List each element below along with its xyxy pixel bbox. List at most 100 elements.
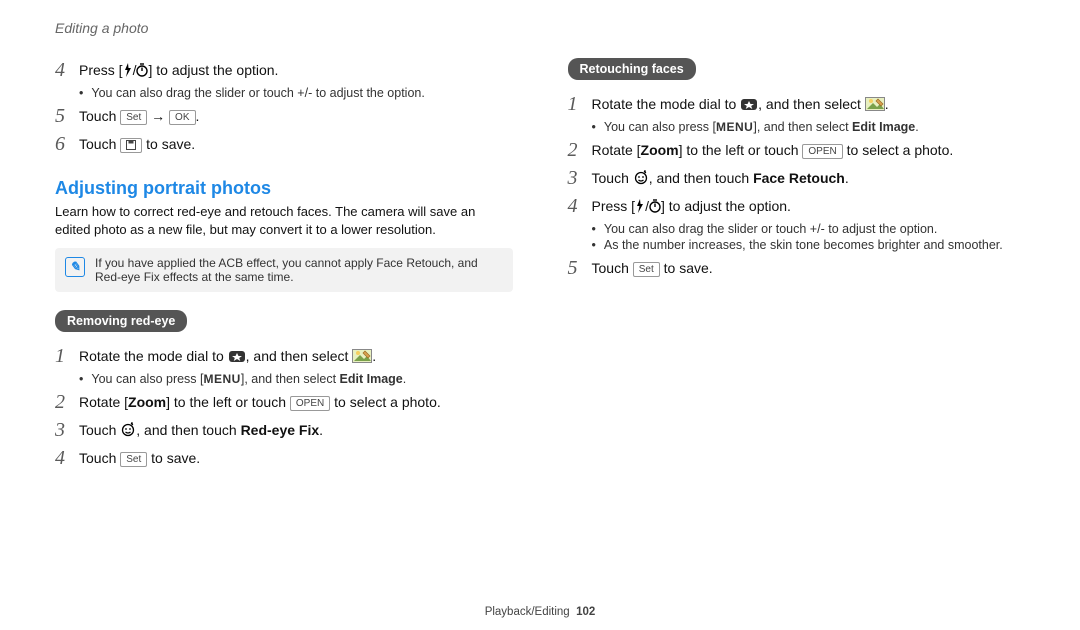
text: You can also press [MENU], and then sele…	[604, 120, 919, 134]
step-text: Rotate [Zoom] to the left or touch OPEN …	[592, 138, 954, 161]
text: Touch	[79, 450, 120, 466]
step-4b: 4 Touch Set to save.	[55, 446, 513, 470]
text: to save.	[147, 450, 200, 466]
text: .	[196, 108, 200, 124]
retouch-icon	[120, 421, 136, 437]
page-footer: Playback/Editing 102	[0, 606, 1080, 618]
t: Edit Image	[340, 372, 403, 386]
right-column: Retouching faces 1 Rotate the mode dial …	[568, 54, 1026, 474]
text: to save.	[142, 136, 195, 152]
text: Press [	[79, 62, 123, 78]
step-5: 5 Touch Set to save.	[568, 256, 1026, 280]
step-number: 6	[55, 132, 69, 156]
text: ] to the left or touch	[679, 142, 803, 158]
page-number: 102	[576, 606, 595, 618]
step-text: Touch to save.	[79, 132, 195, 155]
step-number: 4	[55, 446, 69, 470]
text: .	[845, 170, 849, 186]
set-key: Set	[120, 452, 147, 467]
text: Touch	[592, 260, 633, 276]
breadcrumb: Editing a photo	[55, 20, 1025, 36]
step-number: 1	[55, 344, 69, 368]
text: Rotate [	[592, 142, 641, 158]
step-text: Press [/] to adjust the option.	[79, 58, 278, 81]
step-number: 4	[568, 194, 582, 218]
mode-icon	[740, 97, 758, 111]
bullet: You can also drag the slider or touch +/…	[79, 86, 513, 100]
step-text: Touch Set to save.	[592, 256, 713, 279]
step-6: 6 Touch to save.	[55, 132, 513, 156]
step-3: 3 Touch , and then touch Face Retouch.	[568, 166, 1026, 190]
t: .	[403, 372, 406, 386]
left-column: 4 Press [/] to adjust the option. You ca…	[55, 54, 513, 474]
step-number: 5	[568, 256, 582, 280]
text: Touch	[592, 170, 633, 186]
flash-icon	[123, 63, 133, 77]
subsection-tag: Removing red-eye	[55, 310, 187, 332]
arrow: →	[147, 108, 169, 124]
disk-icon	[126, 140, 136, 150]
flash-icon	[635, 199, 645, 213]
ok-key: OK	[169, 110, 195, 125]
section-heading: Adjusting portrait photos	[55, 178, 513, 199]
step-number: 2	[55, 390, 69, 414]
step-number: 3	[568, 166, 582, 190]
text: Touch	[79, 108, 120, 124]
step-number: 2	[568, 138, 582, 162]
t: Zoom	[641, 142, 679, 158]
footer-section: Playback/Editing	[485, 606, 570, 618]
t: ], and then select	[753, 120, 852, 134]
t: .	[915, 120, 918, 134]
t: Face Retouch	[753, 170, 845, 186]
step-number: 1	[568, 92, 582, 116]
text: Press [	[592, 198, 636, 214]
text: ] to the left or touch	[166, 394, 290, 410]
step-2: 2 Rotate [Zoom] to the left or touch OPE…	[568, 138, 1026, 162]
step-5: 5 Touch Set → OK.	[55, 104, 513, 128]
text: , and then touch	[136, 422, 240, 438]
edit-thumbnail-icon	[865, 97, 885, 111]
edit-thumbnail-icon	[352, 349, 372, 363]
intro-paragraph: Learn how to correct red-eye and retouch…	[55, 203, 513, 238]
bullet: You can also press [MENU], and then sele…	[592, 120, 1026, 134]
t: Zoom	[128, 394, 166, 410]
text: You can also drag the slider or touch +/…	[604, 222, 937, 236]
mode-icon	[228, 349, 246, 363]
step-text: Press [/] to adjust the option.	[592, 194, 791, 217]
t: You can also press [	[91, 372, 203, 386]
step-text: Touch , and then touch Red-eye Fix.	[79, 418, 323, 441]
step-1: 1 Rotate the mode dial to , and then sel…	[55, 344, 513, 368]
bullet: You can also drag the slider or touch +/…	[592, 222, 1026, 236]
text: Touch	[79, 136, 120, 152]
step-number: 3	[55, 418, 69, 442]
two-column-layout: 4 Press [/] to adjust the option. You ca…	[55, 54, 1025, 474]
open-key: OPEN	[802, 144, 842, 159]
text: ] to adjust the option.	[661, 198, 791, 214]
text: , and then select	[758, 96, 865, 112]
timer-icon	[649, 199, 661, 213]
text: You can also drag the slider or touch +/…	[91, 86, 424, 100]
t: Red-eye Fix	[241, 422, 320, 438]
note-text: If you have applied the ACB effect, you …	[95, 256, 503, 284]
text: .	[885, 96, 889, 112]
step-3: 3 Touch , and then touch Red-eye Fix.	[55, 418, 513, 442]
step-2: 2 Rotate [Zoom] to the left or touch OPE…	[55, 390, 513, 414]
step-text: Touch Set → OK.	[79, 104, 199, 127]
text: As the number increases, the skin tone b…	[604, 238, 1003, 252]
step-text: Touch Set to save.	[79, 446, 200, 469]
note-box: ✎ If you have applied the ACB effect, yo…	[55, 248, 513, 292]
text: , and then touch	[649, 170, 753, 186]
t: ], and then select	[241, 372, 340, 386]
text: to save.	[660, 260, 713, 276]
step-text: Rotate the mode dial to , and then selec…	[592, 92, 889, 115]
menu-key: MENU	[716, 120, 753, 134]
menu-key: MENU	[204, 372, 241, 386]
text: Rotate [	[79, 394, 128, 410]
subsection-tag: Retouching faces	[568, 58, 696, 80]
step-number: 4	[55, 58, 69, 82]
text: , and then select	[246, 348, 353, 364]
t: Edit Image	[852, 120, 915, 134]
step-1: 1 Rotate the mode dial to , and then sel…	[568, 92, 1026, 116]
save-key	[120, 138, 142, 153]
text: .	[372, 348, 376, 364]
